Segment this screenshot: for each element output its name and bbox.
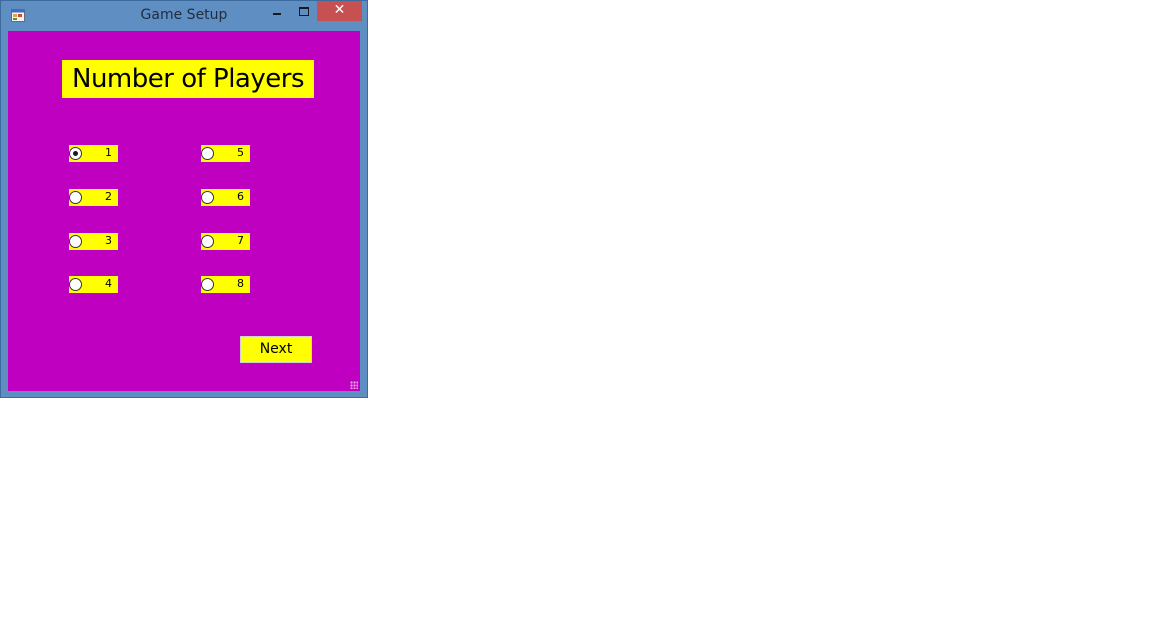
player-option-6[interactable]: 6 xyxy=(201,189,250,206)
close-icon: ✕ xyxy=(333,2,346,18)
player-option-4[interactable]: 4 xyxy=(69,276,118,293)
player-option-2[interactable]: 2 xyxy=(69,189,118,206)
maximize-button[interactable] xyxy=(294,1,314,21)
game-setup-window: Game Setup ✕ Number of Players 1 2 3 4 5 xyxy=(0,0,368,398)
radio-button-icon[interactable] xyxy=(69,191,82,204)
resize-grip-icon[interactable] xyxy=(350,381,358,389)
title-bar[interactable]: Game Setup ✕ xyxy=(1,1,367,31)
player-option-label: 1 xyxy=(105,146,112,159)
player-option-5[interactable]: 5 xyxy=(201,145,250,162)
player-option-1[interactable]: 1 xyxy=(69,145,118,162)
radio-button-icon[interactable] xyxy=(69,278,82,291)
radio-button-icon[interactable] xyxy=(201,235,214,248)
player-option-label: 3 xyxy=(105,234,112,247)
close-button[interactable]: ✕ xyxy=(317,1,362,21)
radio-button-icon[interactable] xyxy=(69,147,82,160)
window-title-text: Game Setup xyxy=(140,7,228,23)
player-option-label: 6 xyxy=(237,190,244,203)
player-option-label: 7 xyxy=(237,234,244,247)
next-button[interactable]: Next xyxy=(240,336,312,363)
number-of-players-heading: Number of Players xyxy=(62,60,314,98)
radio-button-icon[interactable] xyxy=(201,278,214,291)
player-option-label: 5 xyxy=(237,146,244,159)
player-option-8[interactable]: 8 xyxy=(201,276,250,293)
radio-button-icon[interactable] xyxy=(69,235,82,248)
minimize-button[interactable] xyxy=(267,1,287,21)
setup-panel: Number of Players 1 2 3 4 5 6 7 8 Next xyxy=(8,31,360,391)
player-option-label: 8 xyxy=(237,277,244,290)
player-option-3[interactable]: 3 xyxy=(69,233,118,250)
radio-button-icon[interactable] xyxy=(201,191,214,204)
player-option-7[interactable]: 7 xyxy=(201,233,250,250)
radio-button-icon[interactable] xyxy=(201,147,214,160)
player-option-label: 4 xyxy=(105,277,112,290)
player-option-label: 2 xyxy=(105,190,112,203)
